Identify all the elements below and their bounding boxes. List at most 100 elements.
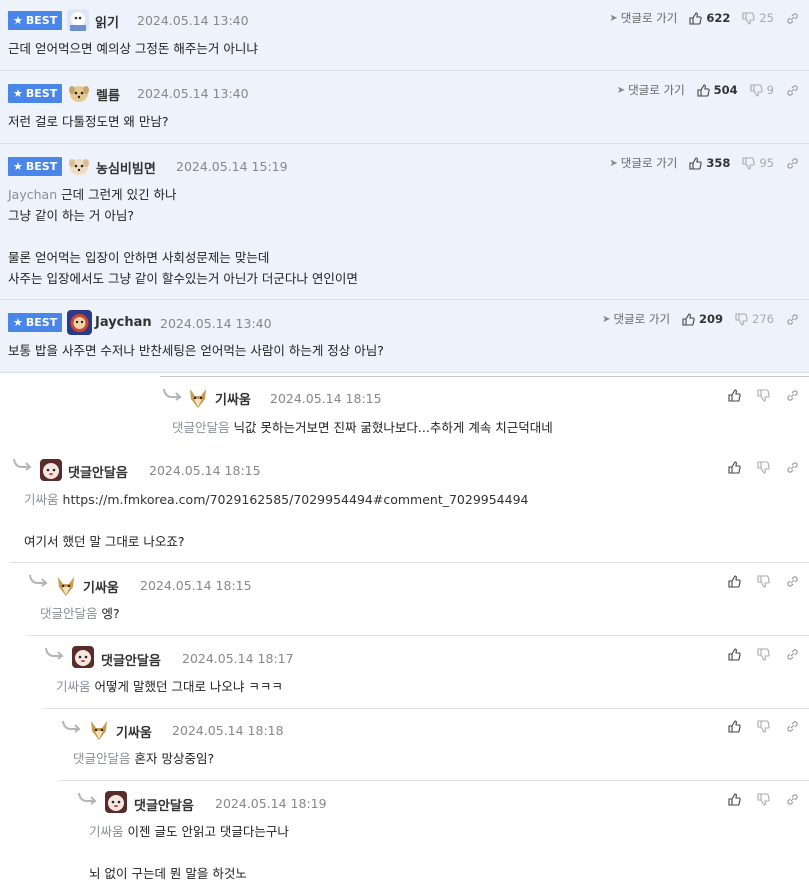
link-icon[interactable] xyxy=(786,84,799,97)
thumbs-down-icon[interactable] xyxy=(757,720,770,736)
thumbs-up-icon[interactable] xyxy=(728,648,741,664)
link-icon[interactable] xyxy=(786,313,799,326)
author-name[interactable]: 기싸움 xyxy=(83,577,119,596)
send-icon: ➤ xyxy=(609,157,618,169)
comment-date: 2024.05.14 13:40 xyxy=(160,316,272,331)
avatar[interactable] xyxy=(105,791,127,813)
author-name[interactable]: 댓글안달음 xyxy=(134,795,194,814)
reply-comment: 기싸움 2024.05.14 18:15 댓글안달음 엥? xyxy=(26,563,809,636)
send-icon: ➤ xyxy=(616,84,626,96)
avatar[interactable] xyxy=(187,387,209,409)
link-icon[interactable] xyxy=(786,793,799,809)
downvote-button[interactable]: 9 xyxy=(750,83,774,97)
goto-comment-link[interactable]: ➤ 댓글로 가기 xyxy=(617,82,685,98)
link-icon[interactable] xyxy=(786,461,799,477)
reply-comment: 기싸움 2024.05.14 18:15 댓글안달음 닉값 못하는거보면 진짜 굶… xyxy=(160,376,809,448)
comment-body: 기싸움 https://m.fmkorea.com/7029162585/7029… xyxy=(24,492,529,549)
author-name[interactable]: 댓글안달음 xyxy=(68,462,128,481)
mention-link[interactable]: 댓글안달음 xyxy=(40,606,98,621)
comment-actions xyxy=(728,461,799,477)
author-name[interactable]: Jaychan xyxy=(95,315,152,330)
mention-link[interactable]: 기싸움 xyxy=(56,679,91,694)
thumbs-up-icon xyxy=(697,83,710,97)
avatar[interactable] xyxy=(40,459,62,481)
thumbs-down-icon[interactable] xyxy=(757,389,770,405)
thumbs-up-icon[interactable] xyxy=(728,575,741,591)
thumbs-up-icon[interactable] xyxy=(728,389,741,405)
comment-body: 기싸움 어떻게 말했던 그대로 나오냐 ㅋㅋㅋ xyxy=(56,679,283,694)
upvote-button[interactable]: 209 xyxy=(682,312,723,326)
best-comment: ★ BEST 읽기 2024.05.14 13:40 ➤ 댓글로 가기 622 25… xyxy=(0,0,809,71)
comment-date: 2024.05.14 18:15 xyxy=(140,578,252,593)
thumbs-up-icon xyxy=(689,156,703,170)
author-name[interactable]: 렐름 xyxy=(96,85,120,104)
author-name[interactable]: 댓글안달음 xyxy=(101,650,161,669)
link-icon[interactable] xyxy=(786,389,799,405)
downvote-button[interactable]: 276 xyxy=(735,312,774,326)
best-badge: ★ BEST xyxy=(8,313,63,332)
thumbs-up-icon xyxy=(689,11,703,25)
link-icon[interactable] xyxy=(786,648,799,664)
star-icon: ★ xyxy=(13,160,23,173)
comment-body: 기싸움 이젠 글도 안읽고 댓글다는구나 뇌 없이 구는데 뭔 말을 하것노 xyxy=(89,824,289,881)
thumbs-up-icon[interactable] xyxy=(728,720,741,736)
goto-comment-link[interactable]: ➤ 댓글로 가기 xyxy=(609,155,677,171)
comment-date: 2024.05.14 15:19 xyxy=(176,159,288,174)
thumbs-up-icon[interactable] xyxy=(728,793,741,809)
avatar[interactable] xyxy=(68,82,90,104)
link-icon[interactable] xyxy=(786,575,799,591)
goto-comment-link[interactable]: ➤ 댓글로 가기 xyxy=(602,311,670,327)
author-name[interactable]: 기싸움 xyxy=(215,389,251,408)
thumbs-down-icon[interactable] xyxy=(757,575,770,591)
star-icon: ★ xyxy=(13,316,23,329)
thumbs-down-icon xyxy=(735,312,748,326)
url-link[interactable]: https://m.fmkorea.com/7029162585/7029954… xyxy=(63,492,529,507)
avatar[interactable] xyxy=(55,575,77,597)
reply-arrow-icon xyxy=(45,647,64,660)
thumbs-up-icon xyxy=(682,312,695,326)
best-badge: ★ BEST xyxy=(8,157,63,176)
link-icon[interactable] xyxy=(786,720,799,736)
link-icon[interactable] xyxy=(786,157,799,170)
avatar[interactable] xyxy=(67,310,92,335)
mention-link[interactable]: 댓글안달음 xyxy=(73,751,131,766)
mention-link[interactable]: Jaychan xyxy=(8,187,57,202)
comment-date: 2024.05.14 18:15 xyxy=(270,391,382,406)
author-name[interactable]: 기싸움 xyxy=(116,722,152,741)
comment-date: 2024.05.14 18:15 xyxy=(149,463,261,478)
reply-arrow-icon xyxy=(62,720,81,733)
comment-body: 근데 얻어먹으면 예의상 그정돈 해주는거 아니냐 xyxy=(8,41,258,56)
thumbs-down-icon[interactable] xyxy=(757,461,770,477)
downvote-button[interactable]: 25 xyxy=(742,11,774,25)
author-name[interactable]: 읽기 xyxy=(95,12,119,31)
thumbs-down-icon[interactable] xyxy=(757,793,770,809)
upvote-button[interactable]: 358 xyxy=(689,156,730,170)
mention-link[interactable]: 기싸움 xyxy=(89,824,124,839)
thumbs-down-icon xyxy=(742,156,756,170)
upvote-button[interactable]: 504 xyxy=(697,83,738,97)
upvote-button[interactable]: 622 xyxy=(689,11,730,25)
avatar[interactable] xyxy=(68,155,90,177)
reply-comment: 댓글안달음 2024.05.14 18:15 기싸움 https://m.fmko… xyxy=(10,447,809,563)
comment-actions: ➤ 댓글로 가기 504 9 xyxy=(617,82,799,98)
comment-actions xyxy=(728,793,799,809)
comment-actions xyxy=(728,575,799,591)
reply-arrow-icon xyxy=(13,458,32,471)
reply-arrow-icon xyxy=(29,574,48,587)
best-comment: ★ BEST 농심비빔면 2024.05.14 15:19 ➤ 댓글로 가기 358… xyxy=(0,144,809,300)
comment-date: 2024.05.14 13:40 xyxy=(137,13,249,28)
thumbs-down-icon[interactable] xyxy=(757,648,770,664)
thumbs-up-icon[interactable] xyxy=(728,461,741,477)
thumbs-down-icon xyxy=(742,11,756,25)
send-icon: ➤ xyxy=(609,12,618,24)
avatar[interactable] xyxy=(67,9,89,31)
goto-comment-link[interactable]: ➤ 댓글로 가기 xyxy=(609,10,677,26)
author-name[interactable]: 농심비빔면 xyxy=(96,158,156,177)
downvote-button[interactable]: 95 xyxy=(742,156,774,170)
reply-comment: 기싸움 2024.05.14 18:18 댓글안달음 혼자 망상중임? xyxy=(59,709,809,781)
avatar[interactable] xyxy=(72,646,94,668)
mention-link[interactable]: 기싸움 xyxy=(24,492,59,507)
mention-link[interactable]: 댓글안달음 xyxy=(172,420,230,435)
link-icon[interactable] xyxy=(786,12,799,25)
avatar[interactable] xyxy=(88,719,110,741)
